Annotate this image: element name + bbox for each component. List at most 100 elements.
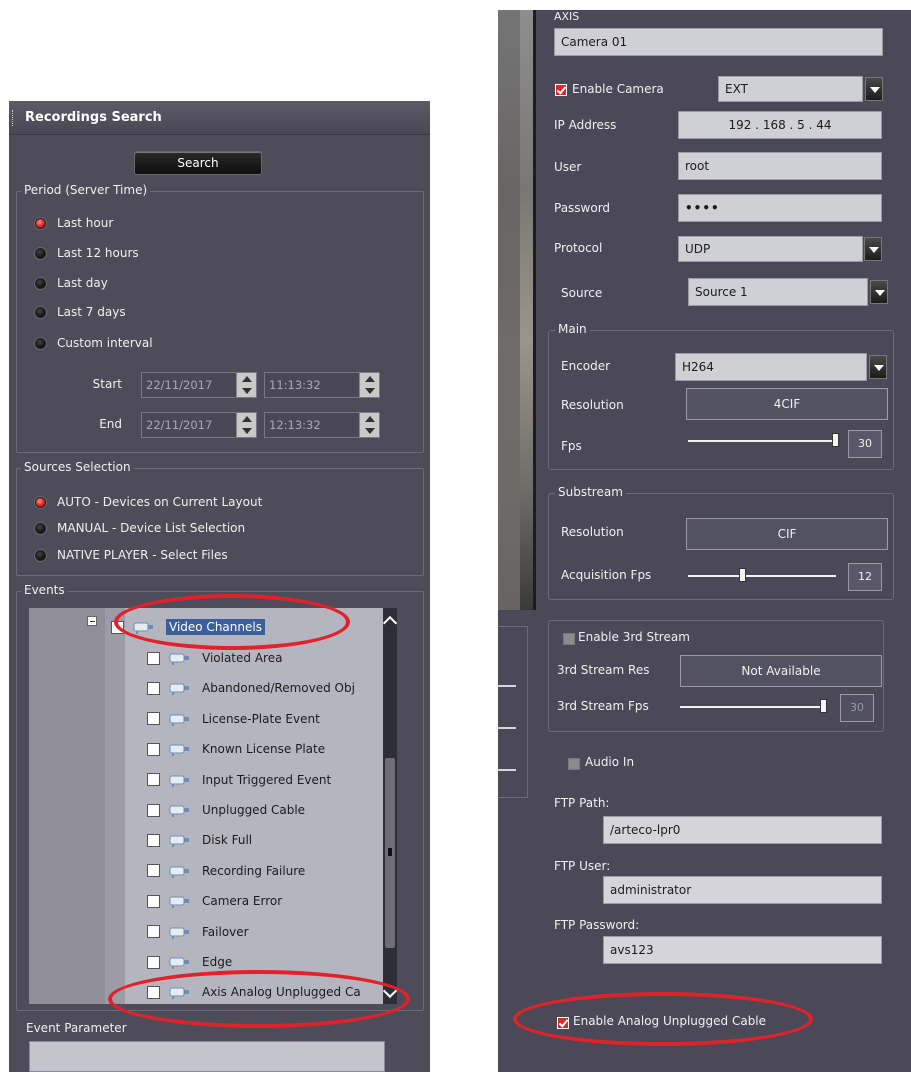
third-stream-fps-value-box[interactable]: 30	[840, 694, 874, 722]
spin-up-icon[interactable]	[242, 376, 252, 382]
start-time-spinner[interactable]	[359, 373, 379, 397]
checkbox[interactable]	[147, 712, 160, 726]
third-stream-res-button[interactable]: Not Available	[680, 655, 882, 687]
encoder-select[interactable]: H264	[675, 353, 867, 381]
side-slider-line[interactable]	[498, 769, 516, 771]
events-tree[interactable]: Video Channels Violated Area Abandoned/Re…	[29, 608, 397, 1004]
checkbox[interactable]	[147, 803, 160, 817]
event-tree-item[interactable]: License-Plate Event	[147, 707, 397, 731]
substream-resolution-button[interactable]: CIF	[686, 518, 888, 550]
acquisition-fps-value-box[interactable]: 12	[848, 563, 882, 591]
spin-down-icon[interactable]	[365, 388, 375, 394]
main-resolution-button[interactable]: 4CIF	[686, 388, 888, 420]
camera-name-field[interactable]: Camera 01	[554, 28, 883, 56]
chevron-down-icon[interactable]	[864, 237, 882, 261]
encoder-label: Encoder	[561, 359, 611, 373]
checkbox[interactable]	[147, 894, 160, 908]
checkbox[interactable]	[147, 681, 160, 695]
chevron-down-icon[interactable]	[870, 280, 888, 304]
collapse-icon[interactable]	[87, 616, 97, 626]
period-group: Period (Server Time) Last hour Last 12 h…	[16, 183, 424, 453]
radio-icon[interactable]	[35, 522, 46, 534]
end-time-field[interactable]: 12:13:32	[264, 412, 380, 438]
enable-camera-checkbox[interactable]	[555, 84, 567, 96]
panel-title: Recordings Search	[25, 110, 162, 125]
checkbox[interactable]	[147, 773, 160, 787]
source-select[interactable]: Source 1	[688, 278, 868, 306]
event-parameter-box[interactable]	[29, 1041, 385, 1072]
source-option-manual[interactable]: MANUAL - Device List Selection	[35, 519, 245, 537]
spin-up-icon[interactable]	[365, 416, 375, 422]
enable-third-stream-checkbox[interactable]	[563, 633, 575, 645]
user-field[interactable]: root	[678, 152, 882, 180]
camera-icon	[168, 894, 194, 909]
acquisition-fps-slider-track[interactable]	[688, 575, 836, 577]
radio-icon[interactable]	[35, 247, 46, 259]
checkbox[interactable]	[147, 833, 160, 847]
period-option-custom-interval[interactable]: Custom interval	[35, 334, 153, 352]
event-tree-item[interactable]: Unplugged Cable	[147, 798, 397, 822]
period-option-last-day[interactable]: Last day	[35, 274, 108, 292]
checkbox[interactable]	[147, 955, 160, 969]
third-stream-fps-slider-knob[interactable]	[820, 699, 827, 713]
side-slider-line[interactable]	[498, 685, 516, 687]
scroll-grip-icon	[388, 848, 392, 856]
ftp-user-field[interactable]: administrator	[603, 876, 882, 904]
audio-in-checkbox[interactable]	[568, 758, 580, 770]
event-tree-item[interactable]: Disk Full	[147, 828, 397, 852]
period-option-label: Last hour	[57, 216, 114, 230]
end-date-spinner[interactable]	[236, 413, 256, 437]
radio-icon[interactable]	[35, 306, 46, 318]
chevron-down-icon[interactable]	[869, 355, 887, 379]
event-tree-item[interactable]: Failover	[147, 920, 397, 944]
event-tree-item[interactable]: Recording Failure	[147, 859, 397, 883]
camera-type-select[interactable]: EXT	[718, 76, 863, 102]
third-stream-fps-slider-track[interactable]	[680, 706, 825, 708]
scroll-up-icon[interactable]	[382, 615, 397, 631]
fps-value-box[interactable]: 30	[848, 430, 882, 458]
drag-grip-icon[interactable]	[12, 110, 15, 126]
ftp-password-field[interactable]: avs123	[603, 936, 882, 964]
radio-icon[interactable]	[35, 277, 46, 289]
radio-icon[interactable]	[35, 337, 46, 349]
end-date-field[interactable]: 22/11/2017	[141, 412, 257, 438]
period-option-last-12-hours[interactable]: Last 12 hours	[35, 244, 139, 262]
radio-icon[interactable]	[35, 549, 46, 561]
radio-selected-icon[interactable]	[35, 217, 46, 229]
spin-down-icon[interactable]	[242, 388, 252, 394]
spin-down-icon[interactable]	[242, 428, 252, 434]
spin-down-icon[interactable]	[365, 428, 375, 434]
end-time-spinner[interactable]	[359, 413, 379, 437]
checkbox[interactable]	[147, 742, 160, 756]
fps-slider-track[interactable]	[688, 440, 836, 442]
spin-up-icon[interactable]	[365, 376, 375, 382]
start-date-spinner[interactable]	[236, 373, 256, 397]
chevron-down-icon[interactable]	[865, 77, 883, 101]
event-tree-item[interactable]: Abandoned/Removed Obj	[147, 676, 397, 700]
ip-address-field[interactable]: 192 . 168 . 5 . 44	[678, 111, 882, 139]
protocol-select[interactable]: UDP	[678, 236, 863, 262]
password-field[interactable]: ••••	[678, 194, 882, 222]
spin-up-icon[interactable]	[242, 416, 252, 422]
period-option-last-hour[interactable]: Last hour	[35, 214, 113, 232]
checkbox[interactable]	[147, 651, 160, 665]
source-option-auto[interactable]: AUTO - Devices on Current Layout	[35, 493, 262, 511]
ftp-path-field[interactable]: /arteco-lpr0	[603, 816, 882, 844]
fps-slider-knob[interactable]	[832, 433, 839, 447]
search-button[interactable]: Search	[134, 151, 262, 175]
event-tree-item[interactable]: Camera Error	[147, 889, 397, 913]
start-date-field[interactable]: 22/11/2017	[141, 372, 257, 398]
event-tree-item[interactable]: Input Triggered Event	[147, 768, 397, 792]
period-option-last-7-days[interactable]: Last 7 days	[35, 303, 126, 321]
event-tree-item-label: Violated Area	[202, 651, 283, 665]
event-tree-item[interactable]: Known License Plate	[147, 737, 397, 761]
side-slider-line[interactable]	[498, 727, 516, 729]
checkbox[interactable]	[147, 864, 160, 878]
acquisition-fps-slider-knob[interactable]	[739, 568, 746, 582]
start-time-field[interactable]: 11:13:32	[264, 372, 380, 398]
events-scrollbar[interactable]	[382, 608, 397, 1004]
event-tree-item[interactable]: Violated Area	[147, 646, 397, 670]
source-option-native-player[interactable]: NATIVE PLAYER - Select Files	[35, 546, 228, 564]
radio-selected-icon[interactable]	[35, 496, 46, 508]
checkbox[interactable]	[147, 925, 160, 939]
